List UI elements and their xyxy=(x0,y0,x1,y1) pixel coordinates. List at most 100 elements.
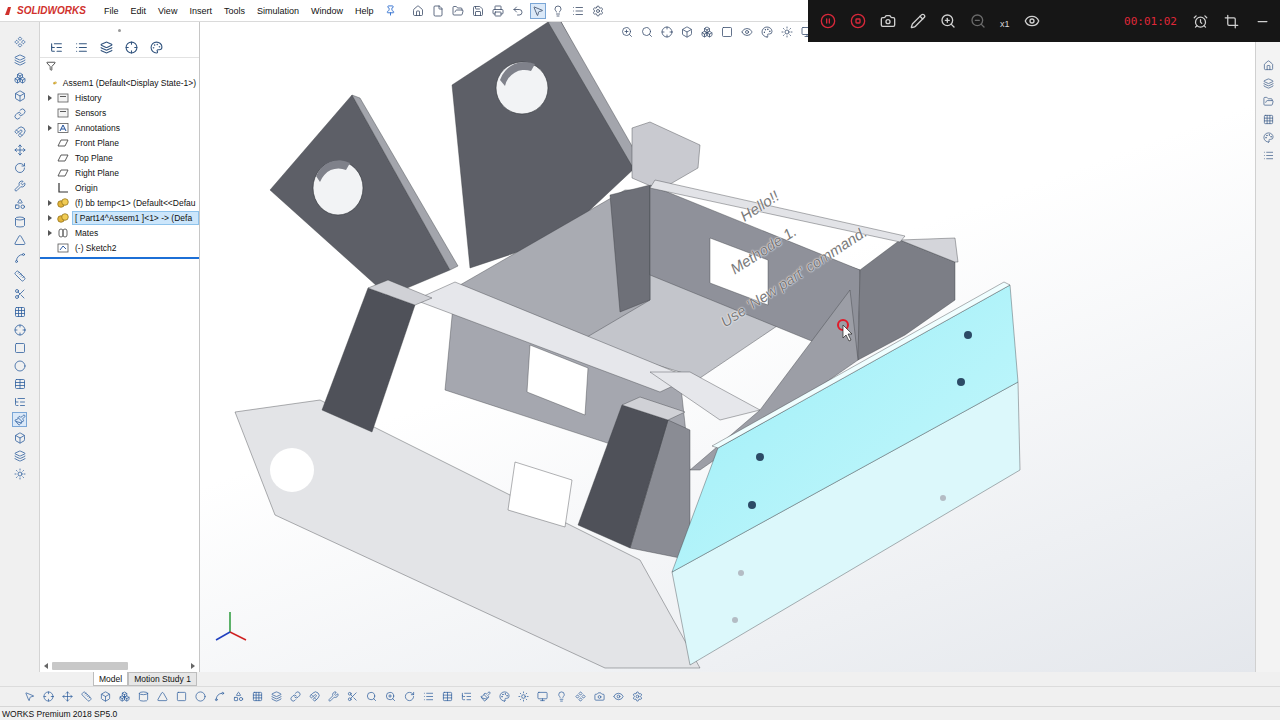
front-rim[interactable] xyxy=(415,282,690,392)
task-pane-icon[interactable] xyxy=(1263,96,1274,107)
tool-button[interactable] xyxy=(430,3,446,19)
tool-icon[interactable] xyxy=(14,468,26,480)
tool-icon[interactable] xyxy=(14,270,26,282)
task-pane-icon[interactable] xyxy=(1263,132,1274,143)
tree-item-label[interactable]: [ Part14^Assem1 ]<1> -> (Defa xyxy=(72,211,199,225)
configuration-tab-icon[interactable] xyxy=(100,41,113,54)
tool-button[interactable] xyxy=(470,3,486,19)
tool-button[interactable] xyxy=(720,25,734,39)
tool-icon[interactable] xyxy=(14,360,26,372)
tool-button[interactable] xyxy=(1261,148,1276,163)
zoom-out-icon[interactable] xyxy=(970,13,986,29)
tree-item-label[interactable]: Top Plane xyxy=(72,151,116,165)
inner-wall-shade[interactable] xyxy=(610,185,650,312)
tool-button[interactable] xyxy=(535,690,549,704)
scroll-left-icon[interactable] xyxy=(44,663,48,669)
tree-item-label[interactable]: Origin xyxy=(72,181,101,195)
expand-arrow-icon[interactable] xyxy=(46,94,54,102)
tool-icon[interactable] xyxy=(14,378,26,390)
tree-item-label[interactable]: Mates xyxy=(72,226,101,240)
pause-icon[interactable] xyxy=(820,13,836,29)
tool-icon[interactable] xyxy=(14,396,26,408)
scroll-thumb[interactable] xyxy=(52,662,128,670)
tool-button[interactable] xyxy=(12,322,27,337)
expand-arrow-icon[interactable] xyxy=(46,214,54,222)
tool-button[interactable] xyxy=(12,412,27,427)
back-rim[interactable] xyxy=(650,180,905,242)
filter-icon[interactable] xyxy=(46,61,56,71)
tree-item-label[interactable]: Assem1 (Default<Display State-1>) xyxy=(60,76,199,90)
tree-item[interactable]: (f) bb temp<1> (Default<<Defau xyxy=(40,195,199,210)
tool-button[interactable] xyxy=(402,690,416,704)
side-box-top[interactable] xyxy=(900,238,958,262)
tool-icon[interactable] xyxy=(14,180,26,192)
expand-arrow-icon[interactable] xyxy=(46,244,54,252)
menu-item[interactable]: Window xyxy=(305,4,349,18)
tool-button[interactable] xyxy=(12,124,27,139)
view-icon[interactable] xyxy=(721,26,733,38)
save-icon[interactable] xyxy=(472,5,484,17)
tool-button[interactable] xyxy=(550,3,566,19)
pin-icon[interactable] xyxy=(385,5,396,16)
scroll-right-icon[interactable] xyxy=(191,663,195,669)
tool-button[interactable] xyxy=(570,3,586,19)
tool-button[interactable] xyxy=(79,690,93,704)
tool-icon[interactable] xyxy=(14,162,26,174)
tool-icon[interactable] xyxy=(14,324,26,336)
tool-button[interactable] xyxy=(269,690,283,704)
expand-arrow-icon[interactable] xyxy=(46,154,54,162)
tool-button[interactable] xyxy=(326,690,340,704)
view-icon[interactable] xyxy=(621,26,633,38)
tool-button[interactable] xyxy=(450,3,466,19)
tool-button[interactable] xyxy=(760,25,774,39)
tool-button[interactable] xyxy=(250,690,264,704)
tool-button[interactable] xyxy=(459,690,473,704)
tree-item[interactable]: Front Plane xyxy=(40,135,199,150)
tree-item[interactable]: Top Plane xyxy=(40,150,199,165)
sketch-tool-icon[interactable] xyxy=(271,691,282,702)
tool-button[interactable] xyxy=(364,690,378,704)
tool-icon[interactable] xyxy=(14,450,26,462)
floor-shadow[interactable] xyxy=(235,400,700,668)
tool-button[interactable] xyxy=(136,690,150,704)
tool-button[interactable] xyxy=(1261,112,1276,127)
tool-button[interactable] xyxy=(12,70,27,85)
left-bracket-edge[interactable] xyxy=(352,95,458,270)
left-block-top[interactable] xyxy=(368,280,432,305)
tool-button[interactable] xyxy=(212,690,226,704)
tool-button[interactable] xyxy=(12,376,27,391)
display-tab-icon[interactable] xyxy=(150,41,163,54)
tree-item-label[interactable]: Front Plane xyxy=(72,136,122,150)
tool-button[interactable] xyxy=(12,448,27,463)
tool-icon[interactable] xyxy=(14,234,26,246)
dimxpert-tab-icon[interactable] xyxy=(125,41,138,54)
tree-item-label[interactable]: Annotations xyxy=(72,121,123,135)
tool-button[interactable] xyxy=(12,142,27,157)
tool-button[interactable] xyxy=(516,690,530,704)
view-icon[interactable] xyxy=(641,26,653,38)
tool-button[interactable] xyxy=(22,690,36,704)
tree-item[interactable]: Mates xyxy=(40,225,199,240)
feature-tree-tab-icon[interactable] xyxy=(50,41,63,54)
tool-icon[interactable] xyxy=(14,306,26,318)
tool-button[interactable] xyxy=(1261,94,1276,109)
sketch-tool-icon[interactable] xyxy=(594,691,605,702)
tool-button[interactable] xyxy=(421,690,435,704)
eye-icon[interactable] xyxy=(1024,13,1040,29)
sketch-tool-icon[interactable] xyxy=(233,691,244,702)
sketch-tool-icon[interactable] xyxy=(632,691,643,702)
tool-button[interactable] xyxy=(12,178,27,193)
tool-button[interactable] xyxy=(60,690,74,704)
tool-button[interactable] xyxy=(640,25,654,39)
sketch-tool-icon[interactable] xyxy=(366,691,377,702)
panel-scrollbar[interactable] xyxy=(40,660,199,672)
sketch-tool-icon[interactable] xyxy=(404,691,415,702)
select-icon[interactable] xyxy=(532,5,544,17)
model-viewport-drawing[interactable] xyxy=(200,22,1255,672)
open-icon[interactable] xyxy=(452,5,464,17)
minimize-icon[interactable] xyxy=(1255,14,1270,29)
view-icon[interactable] xyxy=(701,26,713,38)
sketch-tool-icon[interactable] xyxy=(537,691,548,702)
sketch-tool-icon[interactable] xyxy=(138,691,149,702)
sketch-tool-icon[interactable] xyxy=(575,691,586,702)
